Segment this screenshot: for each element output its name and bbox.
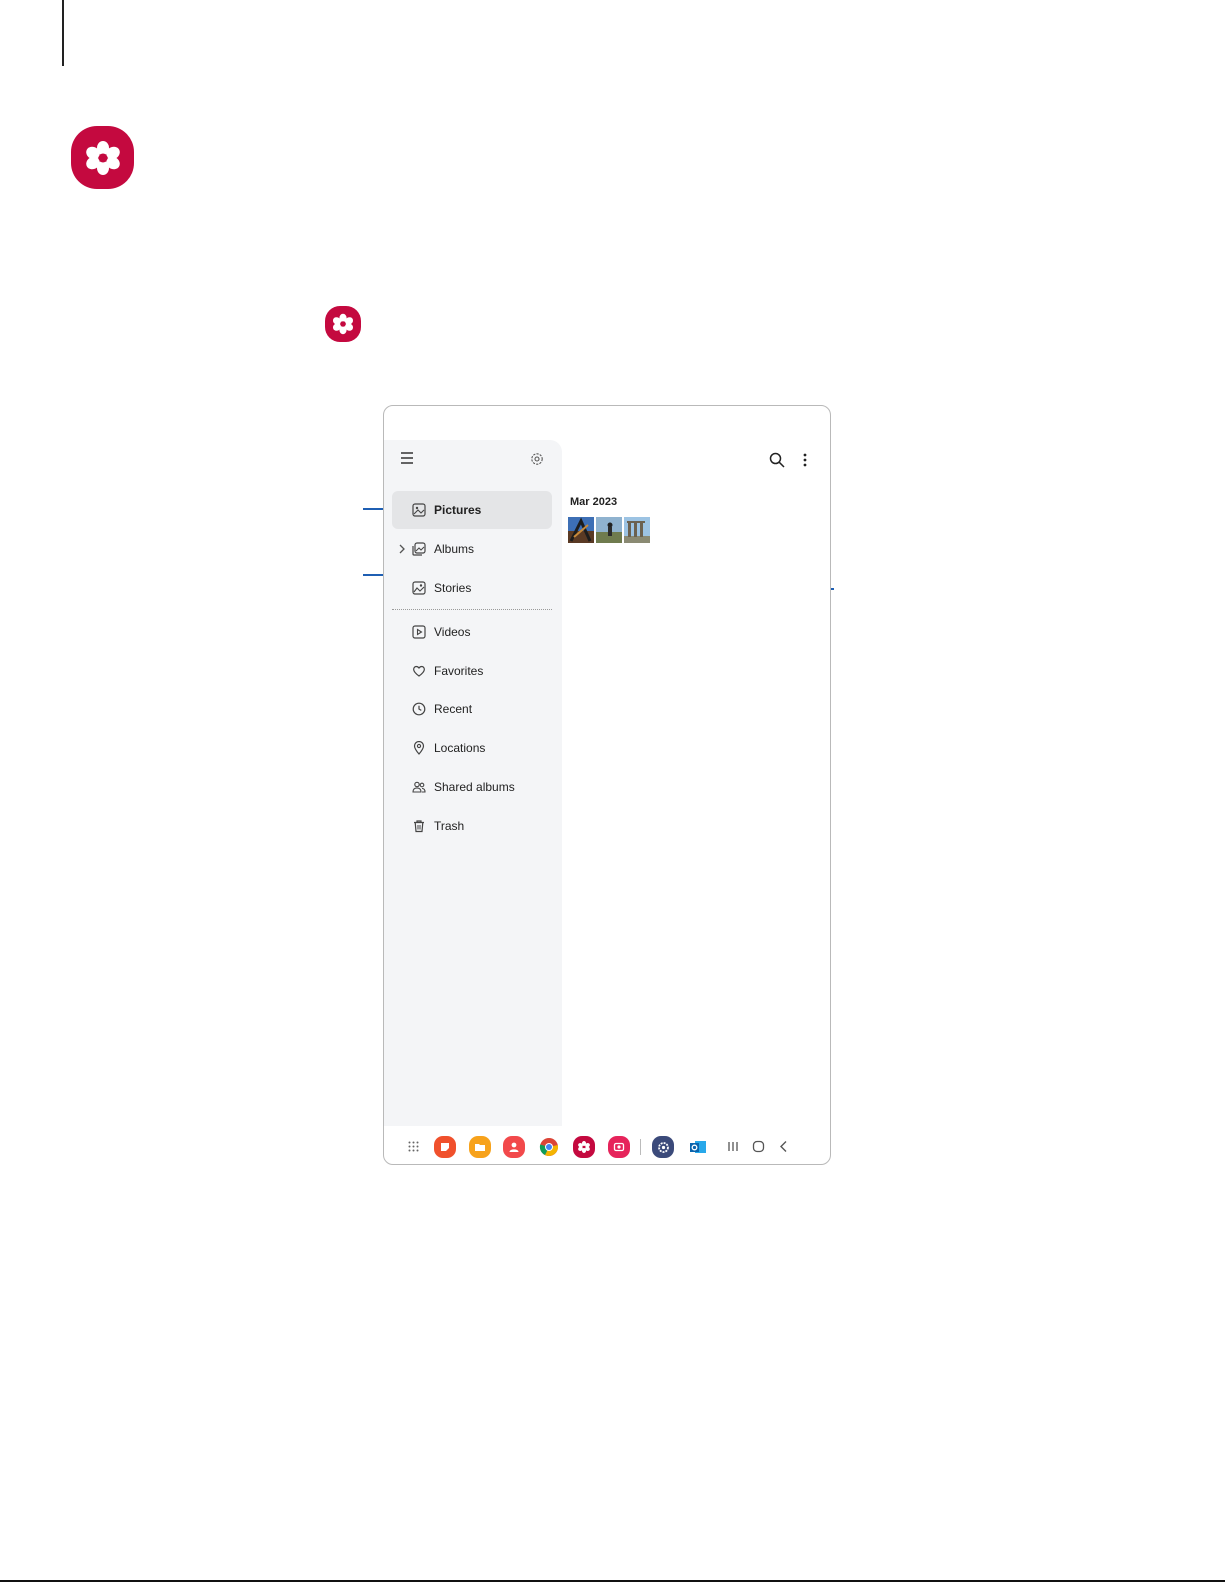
drawer-item-label: Trash [434, 819, 465, 833]
gear-icon[interactable] [529, 451, 545, 467]
screen-recorder-icon[interactable] [608, 1136, 630, 1158]
drawer-divider [392, 609, 552, 610]
gallery-app-icon-small [325, 306, 361, 342]
my-files-icon[interactable] [469, 1136, 491, 1158]
back-icon[interactable] [779, 1140, 788, 1153]
drawer-item-label: Locations [434, 741, 486, 755]
drawer-item-label: Recent [434, 702, 473, 716]
drawer-item-stories[interactable]: Stories [392, 569, 552, 607]
drawer-item-pictures[interactable]: Pictures [392, 491, 552, 529]
chevron-right-icon[interactable] [398, 543, 406, 555]
clock-icon [412, 702, 426, 716]
drawer-item-label: Favorites [434, 664, 484, 678]
photo-thumbnail[interactable] [624, 517, 650, 543]
people-icon [412, 781, 426, 793]
drawer-item-shared-albums[interactable]: Shared albums [392, 768, 552, 806]
photo-thumbnail[interactable] [568, 517, 594, 543]
drawer-item-label: Shared albums [434, 780, 515, 794]
drawer-item-locations[interactable]: Locations [392, 729, 552, 767]
page-margin-rule [62, 0, 64, 66]
drawer-item-label: Stories [434, 581, 472, 595]
albums-icon [412, 542, 426, 556]
flower-icon [85, 140, 120, 175]
gallery-icon[interactable] [573, 1136, 595, 1158]
drawer-item-label: Videos [434, 625, 471, 639]
stories-icon [412, 581, 426, 595]
drawer-item-recent[interactable]: Recent [392, 690, 552, 728]
flower-icon [332, 313, 354, 335]
chrome-icon[interactable] [538, 1136, 560, 1158]
settings-app-icon[interactable] [652, 1136, 674, 1158]
drawer-item-favorites[interactable]: Favorites [392, 652, 552, 690]
image-icon [412, 503, 426, 517]
home-icon[interactable] [752, 1140, 765, 1153]
heart-icon [413, 665, 425, 677]
outlook-icon[interactable] [687, 1136, 709, 1158]
recents-icon[interactable] [727, 1141, 739, 1152]
taskbar [384, 1128, 830, 1164]
location-pin-icon [413, 741, 425, 755]
notes-icon[interactable] [434, 1136, 456, 1158]
taskbar-separator [640, 1139, 641, 1155]
trash-icon [414, 820, 424, 833]
contacts-icon[interactable] [503, 1136, 525, 1158]
gallery-app-icon-large [71, 126, 134, 189]
date-header: Mar 2023 [570, 496, 618, 508]
more-vertical-icon[interactable] [802, 452, 808, 468]
drawer-item-trash[interactable]: Trash [392, 807, 552, 845]
drawer-item-label: Pictures [434, 503, 482, 517]
hamburger-icon[interactable] [400, 451, 416, 465]
drawer-item-videos[interactable]: Videos [392, 613, 552, 651]
page-bottom-rule [0, 1580, 1225, 1582]
photo-thumbnail[interactable] [596, 517, 622, 543]
search-icon[interactable] [769, 452, 785, 468]
tablet-screen: Pictures Albums Stories Videos Favorites… [383, 405, 831, 1165]
apps-grid-icon[interactable] [408, 1141, 419, 1152]
drawer-item-label: Albums [434, 542, 475, 556]
video-icon [412, 625, 426, 639]
drawer-item-albums[interactable]: Albums [392, 530, 552, 568]
